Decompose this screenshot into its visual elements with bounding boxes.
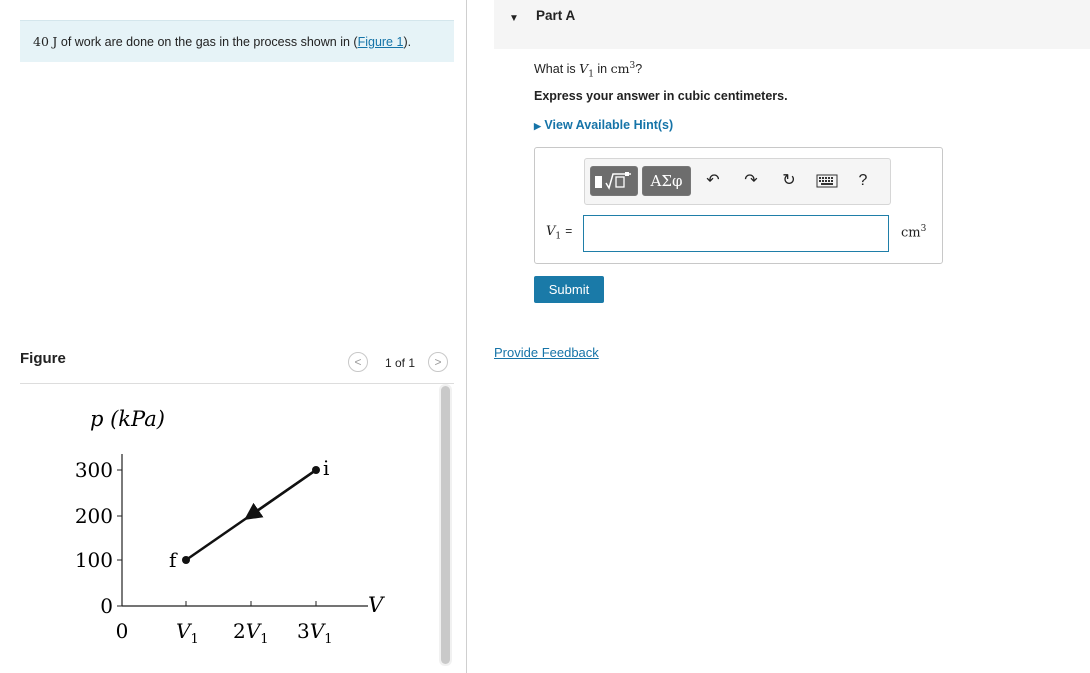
undo-icon[interactable]: ↶ bbox=[702, 169, 724, 193]
x-tick-label: 3V1 bbox=[297, 619, 332, 647]
y-tick-label: 300 bbox=[75, 458, 113, 482]
point-f-label: f bbox=[169, 548, 178, 572]
problem-statement: 40 J of work are done on the gas in the … bbox=[20, 20, 454, 62]
hints-toggle[interactable]: ▶ View Available Hint(s) bbox=[534, 118, 673, 132]
x-tick-label: 2V1 bbox=[233, 619, 268, 647]
answer-input[interactable] bbox=[583, 215, 889, 252]
process-arrow bbox=[244, 468, 317, 520]
chevron-right-icon[interactable]: > bbox=[428, 352, 448, 372]
caret-right-icon: ▶ bbox=[534, 121, 541, 131]
redo-icon[interactable]: ↷ bbox=[740, 169, 762, 193]
help-button[interactable]: ? bbox=[852, 169, 874, 193]
x-tick-label: V1 bbox=[176, 619, 199, 647]
answer-unit: cm3 bbox=[901, 224, 927, 241]
pager-text: 1 of 1 bbox=[385, 356, 416, 370]
y-tick-label: 200 bbox=[75, 504, 113, 528]
figure-link[interactable]: Figure 1 bbox=[358, 35, 404, 49]
point-i-label: i bbox=[323, 456, 329, 480]
problem-text: of work are done on the gas in the proce… bbox=[57, 35, 358, 49]
answer-variable-label: V1 = bbox=[546, 224, 573, 242]
submit-button[interactable]: Submit bbox=[534, 276, 604, 303]
hints-label: View Available Hint(s) bbox=[544, 118, 674, 132]
point-i bbox=[312, 466, 320, 474]
figure-heading: Figure bbox=[20, 350, 66, 367]
figure-scrollbar[interactable] bbox=[441, 386, 450, 664]
part-title: Part A bbox=[536, 8, 576, 23]
y-tick-label: 0 bbox=[100, 594, 113, 618]
answer-instruction: Express your answer in cubic centimeters… bbox=[534, 89, 788, 103]
chevron-left-icon[interactable]: < bbox=[348, 352, 368, 372]
part-header[interactable]: ▼ Part A bbox=[494, 0, 1090, 49]
work-number: 40 bbox=[33, 34, 49, 49]
question-text: What is V1 in cm3? bbox=[534, 61, 643, 80]
y-axis-label: p (kPa) bbox=[90, 407, 165, 431]
template-icon[interactable] bbox=[590, 166, 638, 196]
provide-feedback-link[interactable]: Provide Feedback bbox=[494, 345, 599, 360]
keyboard-icon[interactable] bbox=[815, 169, 839, 193]
caret-down-icon[interactable]: ▼ bbox=[509, 13, 519, 24]
reset-icon[interactable]: ↻ bbox=[778, 169, 800, 193]
y-tick-label: 100 bbox=[75, 548, 113, 572]
symbols-button[interactable]: ΑΣφ bbox=[642, 166, 691, 196]
x-axis-label: V bbox=[368, 593, 385, 617]
x-tick-label: 0 bbox=[116, 619, 129, 643]
pv-diagram: p (kPa) 300 200 100 0 0 V1 2V1 3V1 V i f bbox=[75, 407, 385, 647]
math-toolbar: ΑΣφ ↶ ↷ ↻ ? bbox=[584, 158, 891, 205]
point-f bbox=[182, 556, 190, 564]
panel-divider bbox=[466, 0, 467, 673]
problem-tail: ). bbox=[403, 35, 412, 49]
